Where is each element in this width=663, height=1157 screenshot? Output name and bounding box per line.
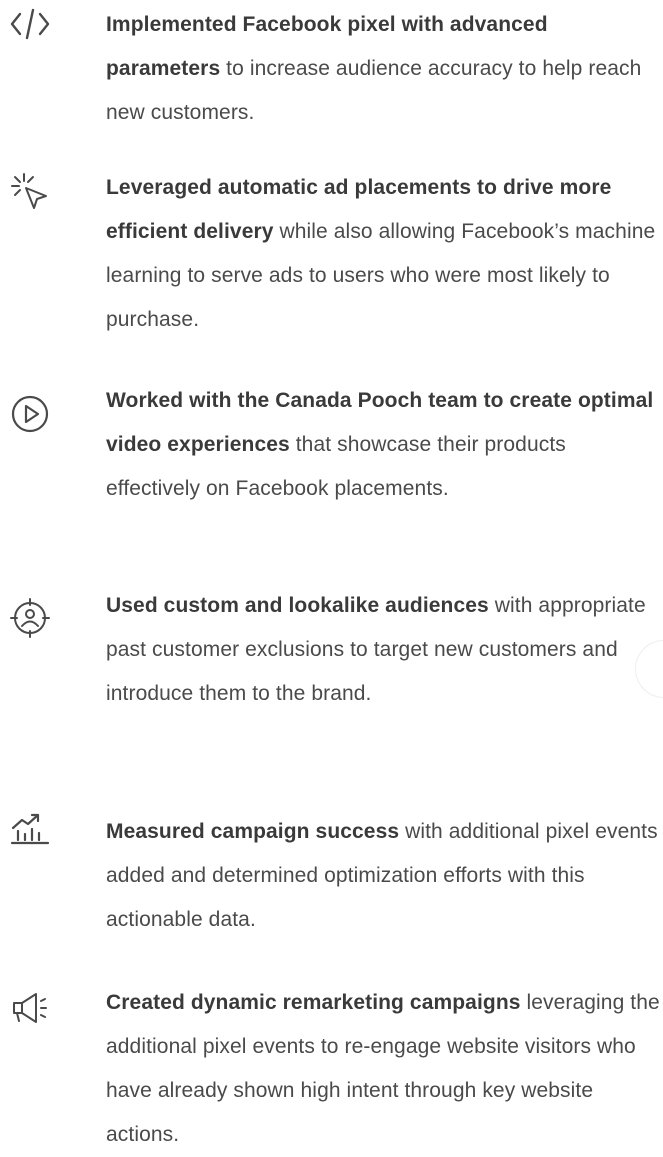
megaphone-icon xyxy=(8,986,52,1030)
item-bold-text: Created dynamic remarketing campaigns xyxy=(106,991,521,1014)
item-text: Measured campaign success with additiona… xyxy=(106,810,662,942)
code-icon xyxy=(8,0,52,44)
item-text: Leveraged automatic ad placements to dri… xyxy=(106,166,662,342)
play-circle-icon xyxy=(8,392,52,436)
target-user-icon xyxy=(8,596,52,640)
item-bold-text: Used custom and lookalike audiences xyxy=(106,594,489,617)
item-bold-text: Measured campaign success xyxy=(106,820,400,843)
item-text: Worked with the Canada Pooch team to cre… xyxy=(106,379,662,511)
item-text: Created dynamic remarketing campaigns le… xyxy=(106,981,662,1157)
item-rest-text: leveraging the additional pixel events t… xyxy=(106,991,660,1146)
growth-chart-icon xyxy=(8,806,52,850)
cursor-click-icon xyxy=(8,170,52,214)
item-text: Used custom and lookalike audiences with… xyxy=(106,584,662,716)
item-text: Implemented Facebook pixel with advanced… xyxy=(106,3,662,135)
